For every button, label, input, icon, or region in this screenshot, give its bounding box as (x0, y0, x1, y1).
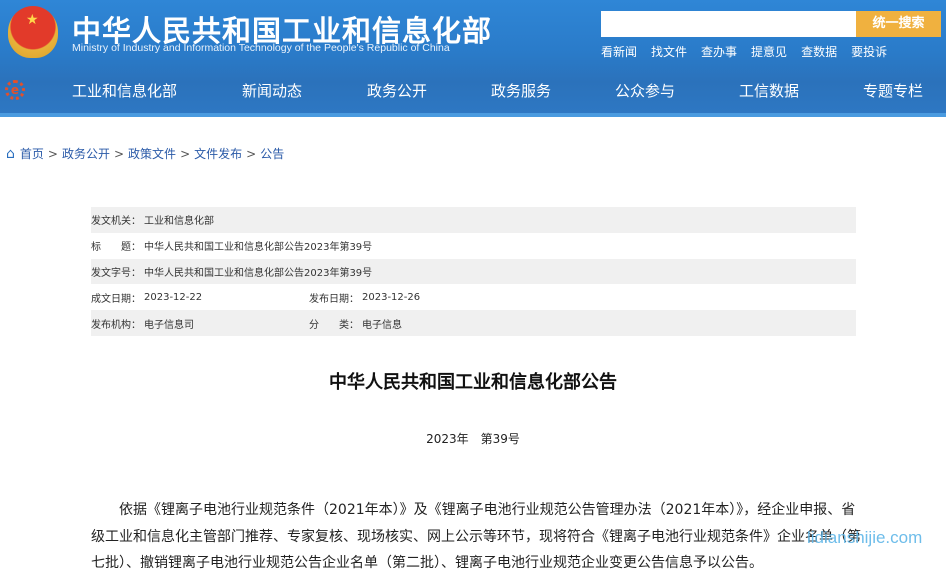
meta-row-issuer: 发文机关： 工业和信息化部 (91, 207, 856, 233)
quick-link-files[interactable]: 找文件 (651, 43, 687, 60)
nav-item-news[interactable]: 新闻动态 (242, 80, 302, 101)
breadcrumb-releases[interactable]: 文件发布 (194, 145, 242, 162)
search-input[interactable] (601, 11, 857, 37)
miit-logo-icon[interactable]: e (5, 80, 25, 100)
meta-label: 发文字号： (91, 267, 141, 279)
breadcrumb-gov-info[interactable]: 政务公开 (62, 145, 110, 162)
meta-value: 2023-12-26 (362, 291, 421, 303)
meta-row-dates: 成文日期： 2023-12-22 发布日期： 2023-12-26 (91, 284, 856, 310)
nav-item-public[interactable]: 公众参与 (615, 80, 675, 101)
breadcrumb-policy[interactable]: 政策文件 (128, 145, 176, 162)
meta-label: 发布机构： (91, 319, 141, 331)
national-emblem-icon: ★ (8, 6, 58, 58)
meta-value: 工业和信息化部 (144, 216, 214, 228)
header: ★ 中华人民共和国工业和信息化部 Ministry of Industry an… (0, 0, 946, 117)
meta-value: 中华人民共和国工业和信息化部公告2023年第39号 (144, 242, 373, 254)
meta-value: 中华人民共和国工业和信息化部公告2023年第39号 (144, 267, 373, 279)
meta-label: 分 类： (309, 319, 359, 331)
meta-row-org: 发布机构： 电子信息司 分 类： 电子信息 (91, 310, 856, 336)
breadcrumb-notice[interactable]: 公告 (260, 145, 284, 162)
meta-value: 电子信息 (362, 319, 402, 331)
meta-row-title: 标 题： 中华人民共和国工业和信息化部公告2023年第39号 (91, 233, 856, 259)
meta-label: 发文机关： (91, 216, 141, 228)
site-subtitle: Ministry of Industry and Information Tec… (72, 42, 450, 54)
quick-link-data[interactable]: 查数据 (801, 43, 837, 60)
nav-item-topics[interactable]: 专题专栏 (863, 80, 923, 101)
nav-item-data[interactable]: 工信数据 (739, 80, 799, 101)
meta-row-doc-no: 发文字号： 中华人民共和国工业和信息化部公告2023年第39号 (91, 258, 856, 285)
breadcrumb: ⌂ 首页 > 政务公开 > 政策文件 > 文件发布 > 公告 (6, 145, 284, 162)
breadcrumb-separator: > (113, 146, 125, 161)
breadcrumb-separator: > (246, 146, 257, 161)
meta-label: 成文日期： (91, 293, 141, 305)
search-button[interactable]: 统一搜索 (856, 11, 941, 37)
meta-label: 发布日期： (309, 293, 359, 305)
quick-link-feedback[interactable]: 提意见 (751, 43, 787, 60)
nav-item-gov-info[interactable]: 政务公开 (367, 80, 427, 101)
breadcrumb-home[interactable]: 首页 (20, 145, 44, 162)
quick-link-complaint[interactable]: 要投诉 (851, 43, 887, 60)
watermark: lidianshijie.com (807, 528, 923, 547)
quick-links: 看新闻 找文件 查办事 提意见 查数据 要投诉 (601, 43, 901, 60)
article-body: 依据《锂离子电池行业规范条件（2021年本）》及《锂离子电池行业规范公告管理办法… (91, 502, 861, 571)
quick-link-news[interactable]: 看新闻 (601, 43, 637, 60)
nav-item-gov-services[interactable]: 政务服务 (491, 80, 551, 101)
meta-value: 电子信息司 (144, 319, 194, 331)
article-title: 中华人民共和国工业和信息化部公告 (329, 372, 617, 393)
meta-label: 标 题： (91, 242, 141, 254)
article-number: 2023年 第39号 (426, 432, 520, 446)
breadcrumb-separator: > (47, 146, 58, 161)
document-metadata: 发文机关： 工业和信息化部 标 题： 中华人民共和国工业和信息化部公告2023年第3… (91, 207, 856, 336)
breadcrumb-separator: > (180, 146, 191, 161)
nav-item-miit[interactable]: 工业和信息化部 (72, 80, 177, 101)
meta-value: 2023-12-22 (144, 291, 203, 303)
home-icon[interactable]: ⌂ (6, 146, 15, 162)
quick-link-services[interactable]: 查办事 (701, 43, 737, 60)
